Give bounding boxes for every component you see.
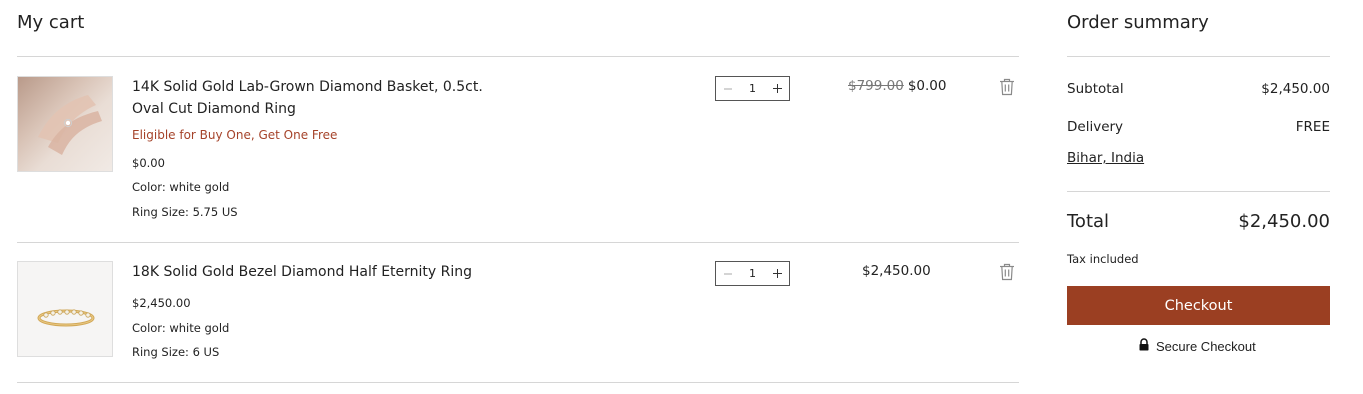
minus-icon[interactable] [720,81,736,97]
item-name[interactable]: 18K Solid Gold Bezel Diamond Half Eterni… [132,261,512,283]
quantity-stepper[interactable]: 1 [715,76,790,101]
tax-note: Tax included [1067,252,1139,266]
item-color: Color: white gold [132,180,230,194]
eternity-ring-image [37,309,95,327]
secure-checkout: Secure Checkout [1138,338,1256,354]
summary-title: Order summary [1067,12,1209,33]
product-image[interactable] [17,261,113,357]
quantity-value[interactable]: 1 [749,267,756,280]
delivery-label: Delivery [1067,119,1124,135]
item-price: $2,450.00 [862,263,931,279]
quantity-value[interactable]: 1 [749,82,756,95]
plus-icon[interactable] [769,266,785,282]
product-image[interactable] [17,76,113,172]
subtotal-label: Subtotal [1067,81,1124,97]
cart-title: My cart [17,12,85,33]
plus-icon[interactable] [769,81,785,97]
total-value: $2,450.00 [1238,211,1330,232]
divider [17,242,1019,243]
lock-icon [1138,338,1150,354]
sale-price: $0.00 [907,78,947,94]
checkout-button[interactable]: Checkout [1067,286,1330,325]
trash-icon[interactable] [999,263,1015,281]
divider [1067,191,1330,192]
divider [1067,56,1330,57]
original-price: $799.00 [848,78,904,94]
hand-ring-image [38,95,102,155]
trash-icon[interactable] [999,78,1015,96]
divider [17,56,1019,57]
subtotal-value: $2,450.00 [1261,81,1330,97]
quantity-stepper[interactable]: 1 [715,261,790,286]
secure-checkout-label: Secure Checkout [1156,338,1256,354]
total-label: Total [1067,211,1110,232]
unit-price: $2,450.00 [132,296,191,310]
sale-price: $2,450.00 [862,263,931,279]
item-size: Ring Size: 6 US [132,345,220,359]
delivery-value: FREE [1295,119,1330,135]
checkout-label: Checkout [1164,297,1233,314]
item-price: $799.00 $0.00 [848,78,946,94]
item-color: Color: white gold [132,321,230,335]
item-name[interactable]: 14K Solid Gold Lab-Grown Diamond Basket,… [132,76,512,120]
divider [17,382,1019,383]
minus-icon[interactable] [720,266,736,282]
item-size: Ring Size: 5.75 US [132,205,238,219]
promo-label: Eligible for Buy One, Get One Free [132,128,338,142]
unit-price: $0.00 [132,156,165,170]
delivery-location-link[interactable]: Bihar, India [1067,150,1144,166]
